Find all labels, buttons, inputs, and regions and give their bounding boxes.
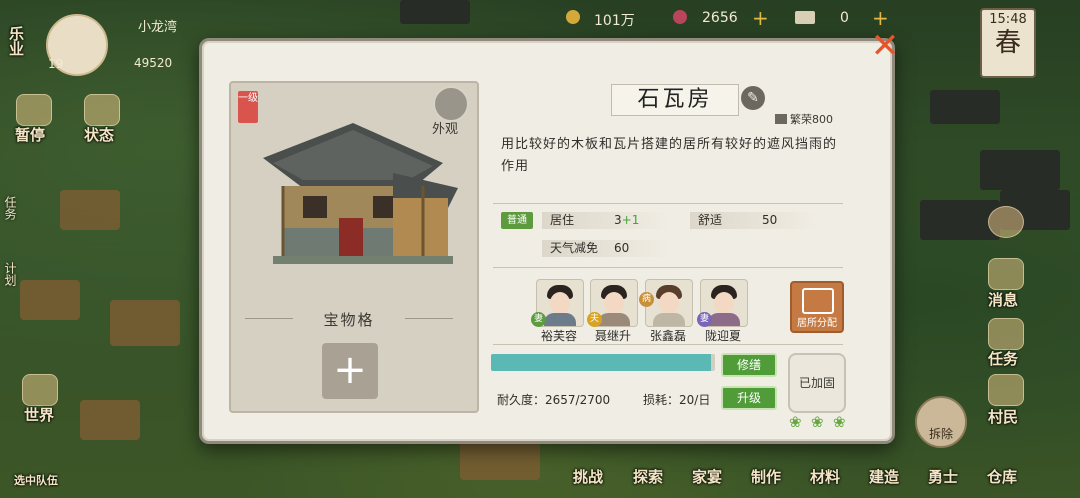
upgrade-button[interactable]: 升级 xyxy=(721,386,777,410)
menu-warriors[interactable]: 勇士 xyxy=(928,466,958,487)
durability-label: 耐久度：2657/2700 xyxy=(497,393,611,407)
close-icon[interactable]: ✕ xyxy=(870,29,900,63)
add-gems-icon[interactable]: + xyxy=(752,6,769,30)
prosperity-text: 繁荣800 xyxy=(790,113,833,126)
residence-assign-button[interactable]: 居所分配 xyxy=(790,281,844,333)
quality-badge: 普通 xyxy=(501,212,533,229)
pause-button[interactable]: 暂停 xyxy=(15,124,45,145)
menu-craft[interactable]: 制作 xyxy=(751,466,781,487)
menu-warehouse[interactable]: 仓库 xyxy=(987,466,1017,487)
resident-tag: 夫 xyxy=(587,312,602,327)
currency-gems: 2656 xyxy=(702,10,738,26)
world-icon[interactable] xyxy=(22,374,58,406)
season: 春 xyxy=(994,28,1021,58)
currency-coins: 101万 xyxy=(594,13,635,29)
menu-materials[interactable]: 材料 xyxy=(810,466,840,487)
live-value: 3+1 xyxy=(614,212,639,229)
demolish-button[interactable]: 拆除 xyxy=(915,396,967,448)
people-icon xyxy=(802,288,834,314)
weather-value: 60 xyxy=(614,241,630,255)
resident-name: 张鑫磊 xyxy=(649,329,686,343)
appearance-icon[interactable] xyxy=(433,86,469,122)
menu-banquet[interactable]: 家宴 xyxy=(692,466,722,487)
villager-icon[interactable] xyxy=(988,374,1024,406)
building-name: 石瓦房 xyxy=(611,84,739,116)
leaf-icon: ❀ xyxy=(811,413,824,431)
prosperity-icon xyxy=(775,114,787,124)
selected-team-button[interactable]: 选中队伍 xyxy=(14,472,58,488)
flower-icon[interactable] xyxy=(988,206,1024,238)
consumption-label: 损耗：20/日 xyxy=(643,393,711,407)
coin-icon xyxy=(566,10,580,24)
divider xyxy=(493,344,843,345)
weather-stat-pill: 天气减免 xyxy=(542,240,670,257)
resident-tag: 妻 xyxy=(697,312,712,327)
add-treasure-button[interactable]: + xyxy=(322,343,378,399)
live-label: 居住 xyxy=(550,213,575,227)
prosperity-value: 49520 xyxy=(134,56,173,70)
comfort-label: 舒适 xyxy=(698,213,723,227)
ticket-icon xyxy=(795,11,815,24)
comfort-value: 50 xyxy=(762,213,778,227)
gem-icon xyxy=(673,10,687,24)
resident-name: 聂继升 xyxy=(594,329,631,343)
tab-leye[interactable]: 乐业 xyxy=(6,26,27,56)
resident-tag: 妻 xyxy=(531,312,546,327)
live-value-number: 3 xyxy=(614,213,622,227)
villager-button[interactable]: 村民 xyxy=(988,406,1018,427)
task-tab[interactable]: 任务 xyxy=(2,196,19,220)
durability-bar xyxy=(491,354,715,371)
divider xyxy=(493,267,843,268)
reinforced-status: 已加固 xyxy=(788,353,846,413)
house-illustration xyxy=(263,123,458,264)
menu-challenge[interactable]: 挑战 xyxy=(573,466,603,487)
building-description: 用比较好的木板和瓦片搭建的居所有较好的遮风挡雨的作用 xyxy=(501,137,838,174)
player-name: 小龙湾 xyxy=(138,20,178,35)
treasure-slot-label: 宝物格 xyxy=(245,309,453,330)
resident-name: 陇迎夏 xyxy=(704,329,741,343)
menu-explore[interactable]: 探索 xyxy=(633,466,663,487)
comfort-stat-pill: 舒适 xyxy=(690,212,818,229)
game-time: 15:48 xyxy=(989,12,1027,27)
world-button[interactable]: 世界 xyxy=(24,404,54,425)
pause-icon[interactable] xyxy=(16,94,52,126)
leaf-icon: ❀ xyxy=(789,413,802,431)
message-icon[interactable] xyxy=(988,258,1024,290)
assign-label: 居所分配 xyxy=(797,318,837,329)
weather-label: 天气减免 xyxy=(550,241,599,255)
durability-bar-fill xyxy=(491,354,712,371)
currency-tickets: 0 xyxy=(840,10,849,26)
quest-icon[interactable] xyxy=(988,318,1024,350)
divider xyxy=(493,203,843,204)
leaf-icon: ❀ xyxy=(833,413,846,431)
resident-name: 裕芙容 xyxy=(540,329,577,343)
time-season-box[interactable]: 15:48 春 xyxy=(980,8,1036,78)
demolish-label: 拆除 xyxy=(928,427,953,441)
prosperity-label: 繁荣800 xyxy=(775,111,833,127)
quest-button[interactable]: 任务 xyxy=(988,348,1018,369)
live-stat-pill: 居住 xyxy=(542,212,670,229)
status-button[interactable]: 状态 xyxy=(84,124,114,145)
rename-icon[interactable]: ✎ xyxy=(741,86,765,110)
status-icon[interactable] xyxy=(84,94,120,126)
repair-button[interactable]: 修缮 xyxy=(721,353,777,377)
live-bonus: +1 xyxy=(621,213,640,227)
resident-tag: 病 xyxy=(639,292,654,307)
plan-tab[interactable]: 计划 xyxy=(2,262,19,286)
player-level: 19 xyxy=(48,57,64,71)
message-button[interactable]: 消息 xyxy=(988,289,1018,310)
menu-build[interactable]: 建造 xyxy=(869,466,899,487)
